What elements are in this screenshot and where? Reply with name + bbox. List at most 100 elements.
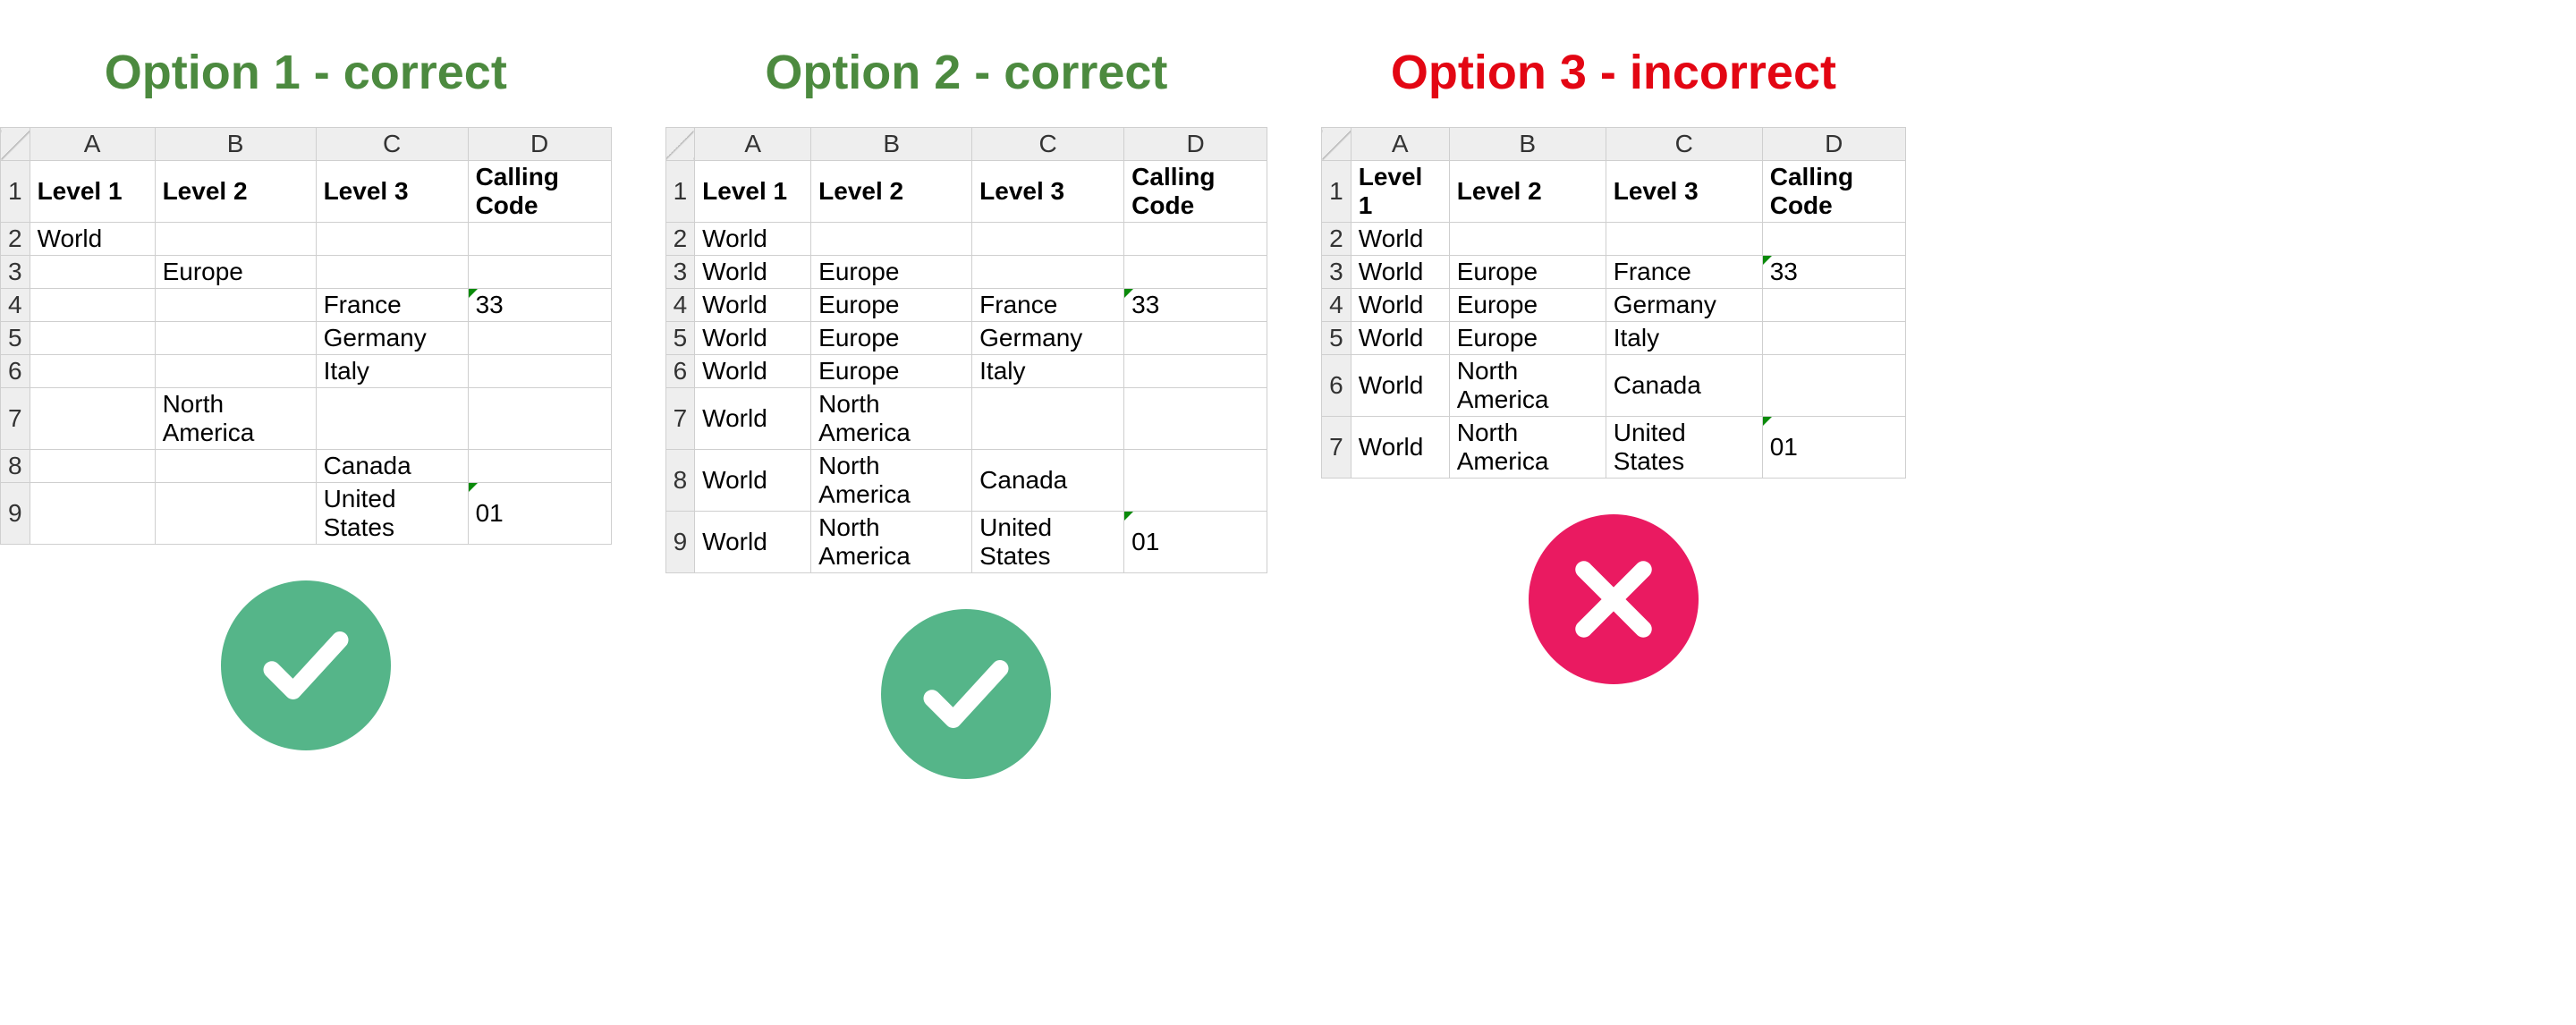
cell[interactable]: Level 1 <box>30 161 155 223</box>
row-header[interactable]: 3 <box>1322 256 1352 289</box>
cell[interactable]: Level 3 <box>972 161 1124 223</box>
cell[interactable]: Level 1 <box>1351 161 1449 223</box>
cell[interactable]: Level 3 <box>1606 161 1762 223</box>
cell[interactable]: World <box>695 289 811 322</box>
row-header[interactable]: 9 <box>665 512 695 573</box>
spreadsheet[interactable]: ABCD1Level 1Level 2Level 3Calling Code2W… <box>1321 127 1906 479</box>
row-header[interactable]: 1 <box>665 161 695 223</box>
cell[interactable] <box>30 256 155 289</box>
row-header[interactable]: 6 <box>665 355 695 388</box>
row-header[interactable]: 2 <box>1 223 30 256</box>
cell[interactable] <box>155 223 316 256</box>
cell[interactable]: 33 <box>468 289 611 322</box>
cell[interactable] <box>155 322 316 355</box>
column-header[interactable]: C <box>972 128 1124 161</box>
cell[interactable]: Calling Code <box>1124 161 1267 223</box>
cell[interactable] <box>1124 256 1267 289</box>
row-header[interactable]: 4 <box>665 289 695 322</box>
cell[interactable] <box>468 223 611 256</box>
cell[interactable]: North America <box>1449 355 1606 417</box>
cell[interactable] <box>1124 450 1267 512</box>
column-header[interactable]: A <box>695 128 811 161</box>
cell[interactable]: Europe <box>1449 289 1606 322</box>
cell[interactable]: 01 <box>1762 417 1905 479</box>
row-header[interactable]: 2 <box>665 223 695 256</box>
column-header[interactable]: B <box>155 128 316 161</box>
row-header[interactable]: 2 <box>1322 223 1352 256</box>
cell[interactable]: Germany <box>972 322 1124 355</box>
cell[interactable] <box>316 388 468 450</box>
cell[interactable]: North America <box>811 388 972 450</box>
row-header[interactable]: 1 <box>1 161 30 223</box>
row-header[interactable]: 3 <box>665 256 695 289</box>
cell[interactable] <box>1606 223 1762 256</box>
column-header[interactable]: B <box>811 128 972 161</box>
cell[interactable]: Italy <box>972 355 1124 388</box>
row-header[interactable]: 7 <box>1322 417 1352 479</box>
row-header[interactable]: 4 <box>1 289 30 322</box>
cell[interactable]: Canada <box>316 450 468 483</box>
column-header[interactable]: A <box>30 128 155 161</box>
row-header[interactable]: 4 <box>1322 289 1352 322</box>
row-header[interactable]: 5 <box>1 322 30 355</box>
column-header[interactable]: C <box>316 128 468 161</box>
cell[interactable] <box>1449 223 1606 256</box>
cell[interactable]: 33 <box>1124 289 1267 322</box>
cell[interactable]: Level 3 <box>316 161 468 223</box>
cell[interactable]: World <box>1351 322 1449 355</box>
cell[interactable]: North America <box>155 388 316 450</box>
cell[interactable]: 33 <box>1762 256 1905 289</box>
cell[interactable]: Europe <box>1449 256 1606 289</box>
cell[interactable]: France <box>1606 256 1762 289</box>
row-header[interactable]: 8 <box>1 450 30 483</box>
column-header[interactable]: D <box>468 128 611 161</box>
cell[interactable] <box>1762 355 1905 417</box>
cell[interactable]: World <box>695 512 811 573</box>
cell[interactable]: World <box>695 450 811 512</box>
cell[interactable]: United States <box>972 512 1124 573</box>
cell[interactable]: North America <box>811 512 972 573</box>
cell[interactable] <box>972 223 1124 256</box>
cell[interactable] <box>811 223 972 256</box>
cell[interactable]: World <box>695 223 811 256</box>
cell[interactable] <box>972 256 1124 289</box>
cell[interactable]: World <box>1351 256 1449 289</box>
cell[interactable]: United States <box>316 483 468 545</box>
cell[interactable] <box>316 256 468 289</box>
cell[interactable] <box>30 450 155 483</box>
cell[interactable] <box>1124 223 1267 256</box>
cell[interactable] <box>155 355 316 388</box>
row-header[interactable]: 8 <box>665 450 695 512</box>
cell[interactable] <box>1762 289 1905 322</box>
cell[interactable]: Level 2 <box>155 161 316 223</box>
cell[interactable]: Calling Code <box>468 161 611 223</box>
cell[interactable] <box>468 256 611 289</box>
cell[interactable] <box>1124 388 1267 450</box>
spreadsheet[interactable]: ABCD1Level 1Level 2Level 3Calling Code2W… <box>665 127 1268 573</box>
cell[interactable] <box>30 322 155 355</box>
cell[interactable]: Canada <box>972 450 1124 512</box>
cell[interactable]: Europe <box>155 256 316 289</box>
column-header[interactable]: D <box>1762 128 1905 161</box>
row-header[interactable]: 5 <box>665 322 695 355</box>
cell[interactable] <box>468 450 611 483</box>
cell[interactable] <box>1124 355 1267 388</box>
cell[interactable]: World <box>1351 223 1449 256</box>
cell[interactable]: Italy <box>1606 322 1762 355</box>
cell[interactable]: Europe <box>811 322 972 355</box>
cell[interactable]: World <box>695 355 811 388</box>
cell[interactable]: Level 2 <box>1449 161 1606 223</box>
cell[interactable]: World <box>1351 289 1449 322</box>
cell[interactable]: North America <box>1449 417 1606 479</box>
cell[interactable] <box>30 355 155 388</box>
cell[interactable] <box>155 450 316 483</box>
cell[interactable] <box>1762 223 1905 256</box>
cell[interactable]: Europe <box>811 355 972 388</box>
cell[interactable]: World <box>695 322 811 355</box>
row-header[interactable]: 7 <box>1 388 30 450</box>
cell[interactable]: World <box>1351 417 1449 479</box>
column-header[interactable]: B <box>1449 128 1606 161</box>
cell[interactable] <box>468 322 611 355</box>
row-header[interactable]: 6 <box>1322 355 1352 417</box>
cell[interactable]: 01 <box>1124 512 1267 573</box>
